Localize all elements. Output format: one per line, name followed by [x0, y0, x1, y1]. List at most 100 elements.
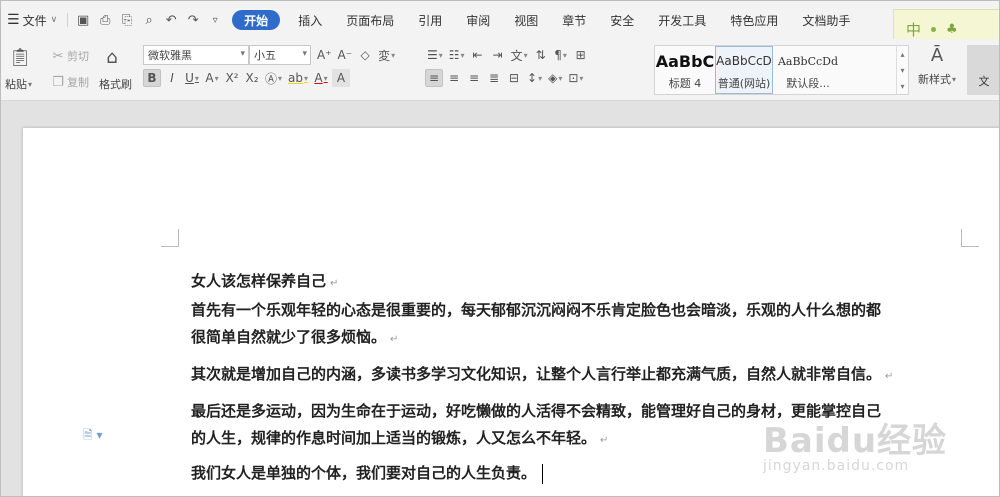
- style-gallery-scroll[interactable]: ▴ ▾ ▾: [896, 46, 908, 94]
- chevron-down-icon: ▾: [302, 49, 307, 59]
- tab-security[interactable]: 安全: [598, 8, 646, 32]
- menu-bar: ☰ 文件 ∨ ▣ ⎙ ⎘ ⌕ ↶ ↷ ▿ 开始 插入 页面布局 引用 审阅 视图…: [1, 1, 999, 39]
- align-center-icon[interactable]: ≡: [445, 69, 463, 87]
- margin-marker-top-right: [961, 229, 979, 247]
- chevron-down-icon[interactable]: ▾: [900, 66, 904, 75]
- strikethrough-button[interactable]: A ▾: [203, 69, 221, 87]
- brush-icon: ⌂: [106, 46, 118, 68]
- copy-icon: ❐: [52, 74, 64, 90]
- underline-button[interactable]: U ▾: [183, 69, 201, 87]
- char-shading-button[interactable]: A: [332, 69, 351, 87]
- numbered-list-icon[interactable]: ☷ ▾: [447, 46, 467, 64]
- punctuation-icon[interactable]: [931, 26, 937, 32]
- redo-icon[interactable]: ↷: [184, 11, 202, 29]
- print-icon[interactable]: ⎘: [118, 11, 136, 29]
- paragraph-mark-icon: ↵: [330, 278, 339, 289]
- undo-icon[interactable]: ↶: [162, 11, 180, 29]
- font-style-tools: B I U ▾ A ▾ X² X₂ Ⓐ ▾ ab ▾ A ▾ A: [143, 69, 351, 87]
- highlight-button[interactable]: ab ▾: [286, 69, 310, 87]
- tab-view[interactable]: 视图: [502, 8, 550, 32]
- grow-font-icon[interactable]: A⁺: [315, 46, 334, 64]
- font-name-combo[interactable]: 微软雅黑 ▾: [143, 45, 249, 65]
- scissors-icon: ✂: [52, 48, 64, 64]
- font-size-tools: A⁺ A⁻ ◇ 変 ▾: [315, 46, 397, 64]
- paragraph-mark-icon: ↵: [885, 371, 894, 382]
- divider: [67, 13, 69, 27]
- skin-icon[interactable]: ♣: [946, 22, 958, 37]
- customize-toolbar-icon[interactable]: ▿: [206, 11, 224, 29]
- margin-marker-top-left: [161, 229, 179, 247]
- new-style-icon: Ā: [930, 45, 944, 66]
- tab-doc-assistant[interactable]: 文档助手: [790, 8, 862, 32]
- list-tools: ☰ ▾ ☷ ▾ ⇤ ⇥ 文 ▾ ⇅ ¶ ▾ ⊞: [425, 46, 590, 64]
- paste-icon: 📋︎: [8, 46, 32, 68]
- ribbon-home: 📋︎ 粘贴 ▾ ✂ 剪切 ❐ 复制 ⌂ 格式刷 微软雅黑 ▾ 小五 ▾ A⁺ A…: [1, 39, 999, 101]
- paragraph-mark-icon: ↵: [390, 334, 399, 345]
- tab-review[interactable]: 审阅: [454, 8, 502, 32]
- phonetic-guide-icon[interactable]: 変 ▾: [376, 46, 397, 64]
- chevron-down-icon: ▾: [240, 49, 245, 59]
- chinese-layout-icon[interactable]: 文 ▾: [509, 46, 530, 64]
- document-title[interactable]: 女人该怎样保养自己 ↵: [191, 268, 971, 297]
- text-cursor: [542, 463, 544, 484]
- export-pdf-icon[interactable]: ⎙: [96, 11, 114, 29]
- paragraph-2[interactable]: 其次就是增加自己的内涵，多读书多学习文化知识，让整个人言行举止都充满气质，自然人…: [191, 361, 971, 390]
- superscript-button[interactable]: X²: [223, 69, 241, 87]
- show-marks-icon[interactable]: ¶ ▾: [552, 46, 570, 64]
- line-spacing-icon[interactable]: ↕ ▾: [525, 69, 544, 87]
- paste-dropdown[interactable]: 粘贴 ▾: [5, 73, 32, 95]
- print-preview-icon[interactable]: ⌕: [140, 11, 158, 29]
- style-heading-4[interactable]: AaBbC 标题 4: [655, 46, 715, 94]
- file-menu[interactable]: ☰ 文件 ∨: [1, 8, 63, 32]
- format-painter-label[interactable]: 格式刷: [99, 73, 132, 95]
- sort-icon[interactable]: ⇅: [532, 46, 550, 64]
- bullet-list-icon[interactable]: ☰ ▾: [425, 46, 445, 64]
- style-gallery: AaBbC 标题 4 AaBbCcD 普通(网站) AaBbCcDd 默认段..…: [654, 45, 909, 95]
- subscript-button[interactable]: X₂: [243, 69, 261, 87]
- paste-button[interactable]: 📋︎: [8, 45, 32, 69]
- new-style-button[interactable]: Ā 新样式 ▾: [915, 45, 959, 95]
- shrink-font-icon[interactable]: A⁻: [336, 46, 355, 64]
- style-normal-web[interactable]: AaBbCcD 普通(网站): [715, 46, 773, 94]
- increase-indent-icon[interactable]: ⇥: [489, 46, 507, 64]
- text-effect-button[interactable]: Ⓐ ▾: [263, 69, 284, 87]
- tab-developer[interactable]: 开发工具: [646, 8, 718, 32]
- decrease-indent-icon[interactable]: ⇤: [469, 46, 487, 64]
- format-painter-button[interactable]: ⌂: [101, 45, 123, 69]
- font-color-button[interactable]: A ▾: [312, 69, 330, 87]
- italic-button[interactable]: I: [163, 69, 181, 87]
- ime-mode-label[interactable]: 中: [906, 19, 921, 40]
- wps-writer-window: ☰ 文件 ∨ ▣ ⎙ ⎘ ⌕ ↶ ↷ ▿ 开始 插入 页面布局 引用 审阅 视图…: [0, 0, 1000, 497]
- bold-button[interactable]: B: [143, 69, 161, 87]
- tab-sections[interactable]: 章节: [550, 8, 598, 32]
- style-default-paragraph[interactable]: AaBbCcDd 默认段...: [773, 46, 843, 94]
- baidu-watermark-logo: Baidu经验 jingyan.baidu.com: [763, 421, 948, 474]
- paragraph-layout-icon[interactable]: 🗎︎ ▾: [83, 426, 103, 447]
- cut-button[interactable]: ✂ 剪切: [49, 45, 89, 67]
- border-icon[interactable]: ⊡ ▾: [566, 69, 585, 87]
- tab-page-layout[interactable]: 页面布局: [334, 8, 406, 32]
- paragraph-mark-icon: ↵: [600, 435, 609, 446]
- font-size-combo[interactable]: 小五 ▾: [249, 45, 311, 65]
- copy-button[interactable]: ❐ 复制: [49, 71, 89, 93]
- tab-insert[interactable]: 插入: [286, 8, 334, 32]
- chevron-down-icon: ∨: [50, 15, 58, 25]
- save-icon[interactable]: ▣: [74, 11, 92, 29]
- paragraph-1[interactable]: 首先有一个乐观年轻的心态是很重要的，每天郁郁沉沉闷闷不乐肯定脸色也会暗淡，乐观的…: [191, 297, 971, 353]
- distributed-icon[interactable]: ⊟: [505, 69, 523, 87]
- shading-icon[interactable]: ◈ ▾: [546, 69, 564, 87]
- tab-references[interactable]: 引用: [406, 8, 454, 32]
- clear-format-icon[interactable]: ◇: [356, 46, 374, 64]
- align-right-icon[interactable]: ≡: [465, 69, 483, 87]
- align-left-icon[interactable]: ≡: [425, 69, 443, 87]
- quick-access-toolbar: ▣ ⎙ ⎘ ⌕ ↶ ↷ ▿: [72, 11, 226, 29]
- clipboard-group: 📋︎ 粘贴 ▾ ✂ 剪切 ❐ 复制 ⌂ 格式刷: [5, 43, 135, 97]
- table-icon[interactable]: ⊞: [572, 46, 590, 64]
- tab-home[interactable]: 开始: [232, 10, 281, 30]
- alignment-tools: ≡ ≡ ≡ ≣ ⊟ ↕ ▾ ◈ ▾ ⊡ ▾: [425, 69, 585, 87]
- justify-icon[interactable]: ≣: [485, 69, 503, 87]
- tab-special-apps[interactable]: 特色应用: [718, 8, 790, 32]
- expand-icon[interactable]: ▾: [900, 82, 904, 91]
- doc-tools-button[interactable]: 文: [967, 45, 999, 95]
- chevron-up-icon[interactable]: ▴: [900, 50, 904, 59]
